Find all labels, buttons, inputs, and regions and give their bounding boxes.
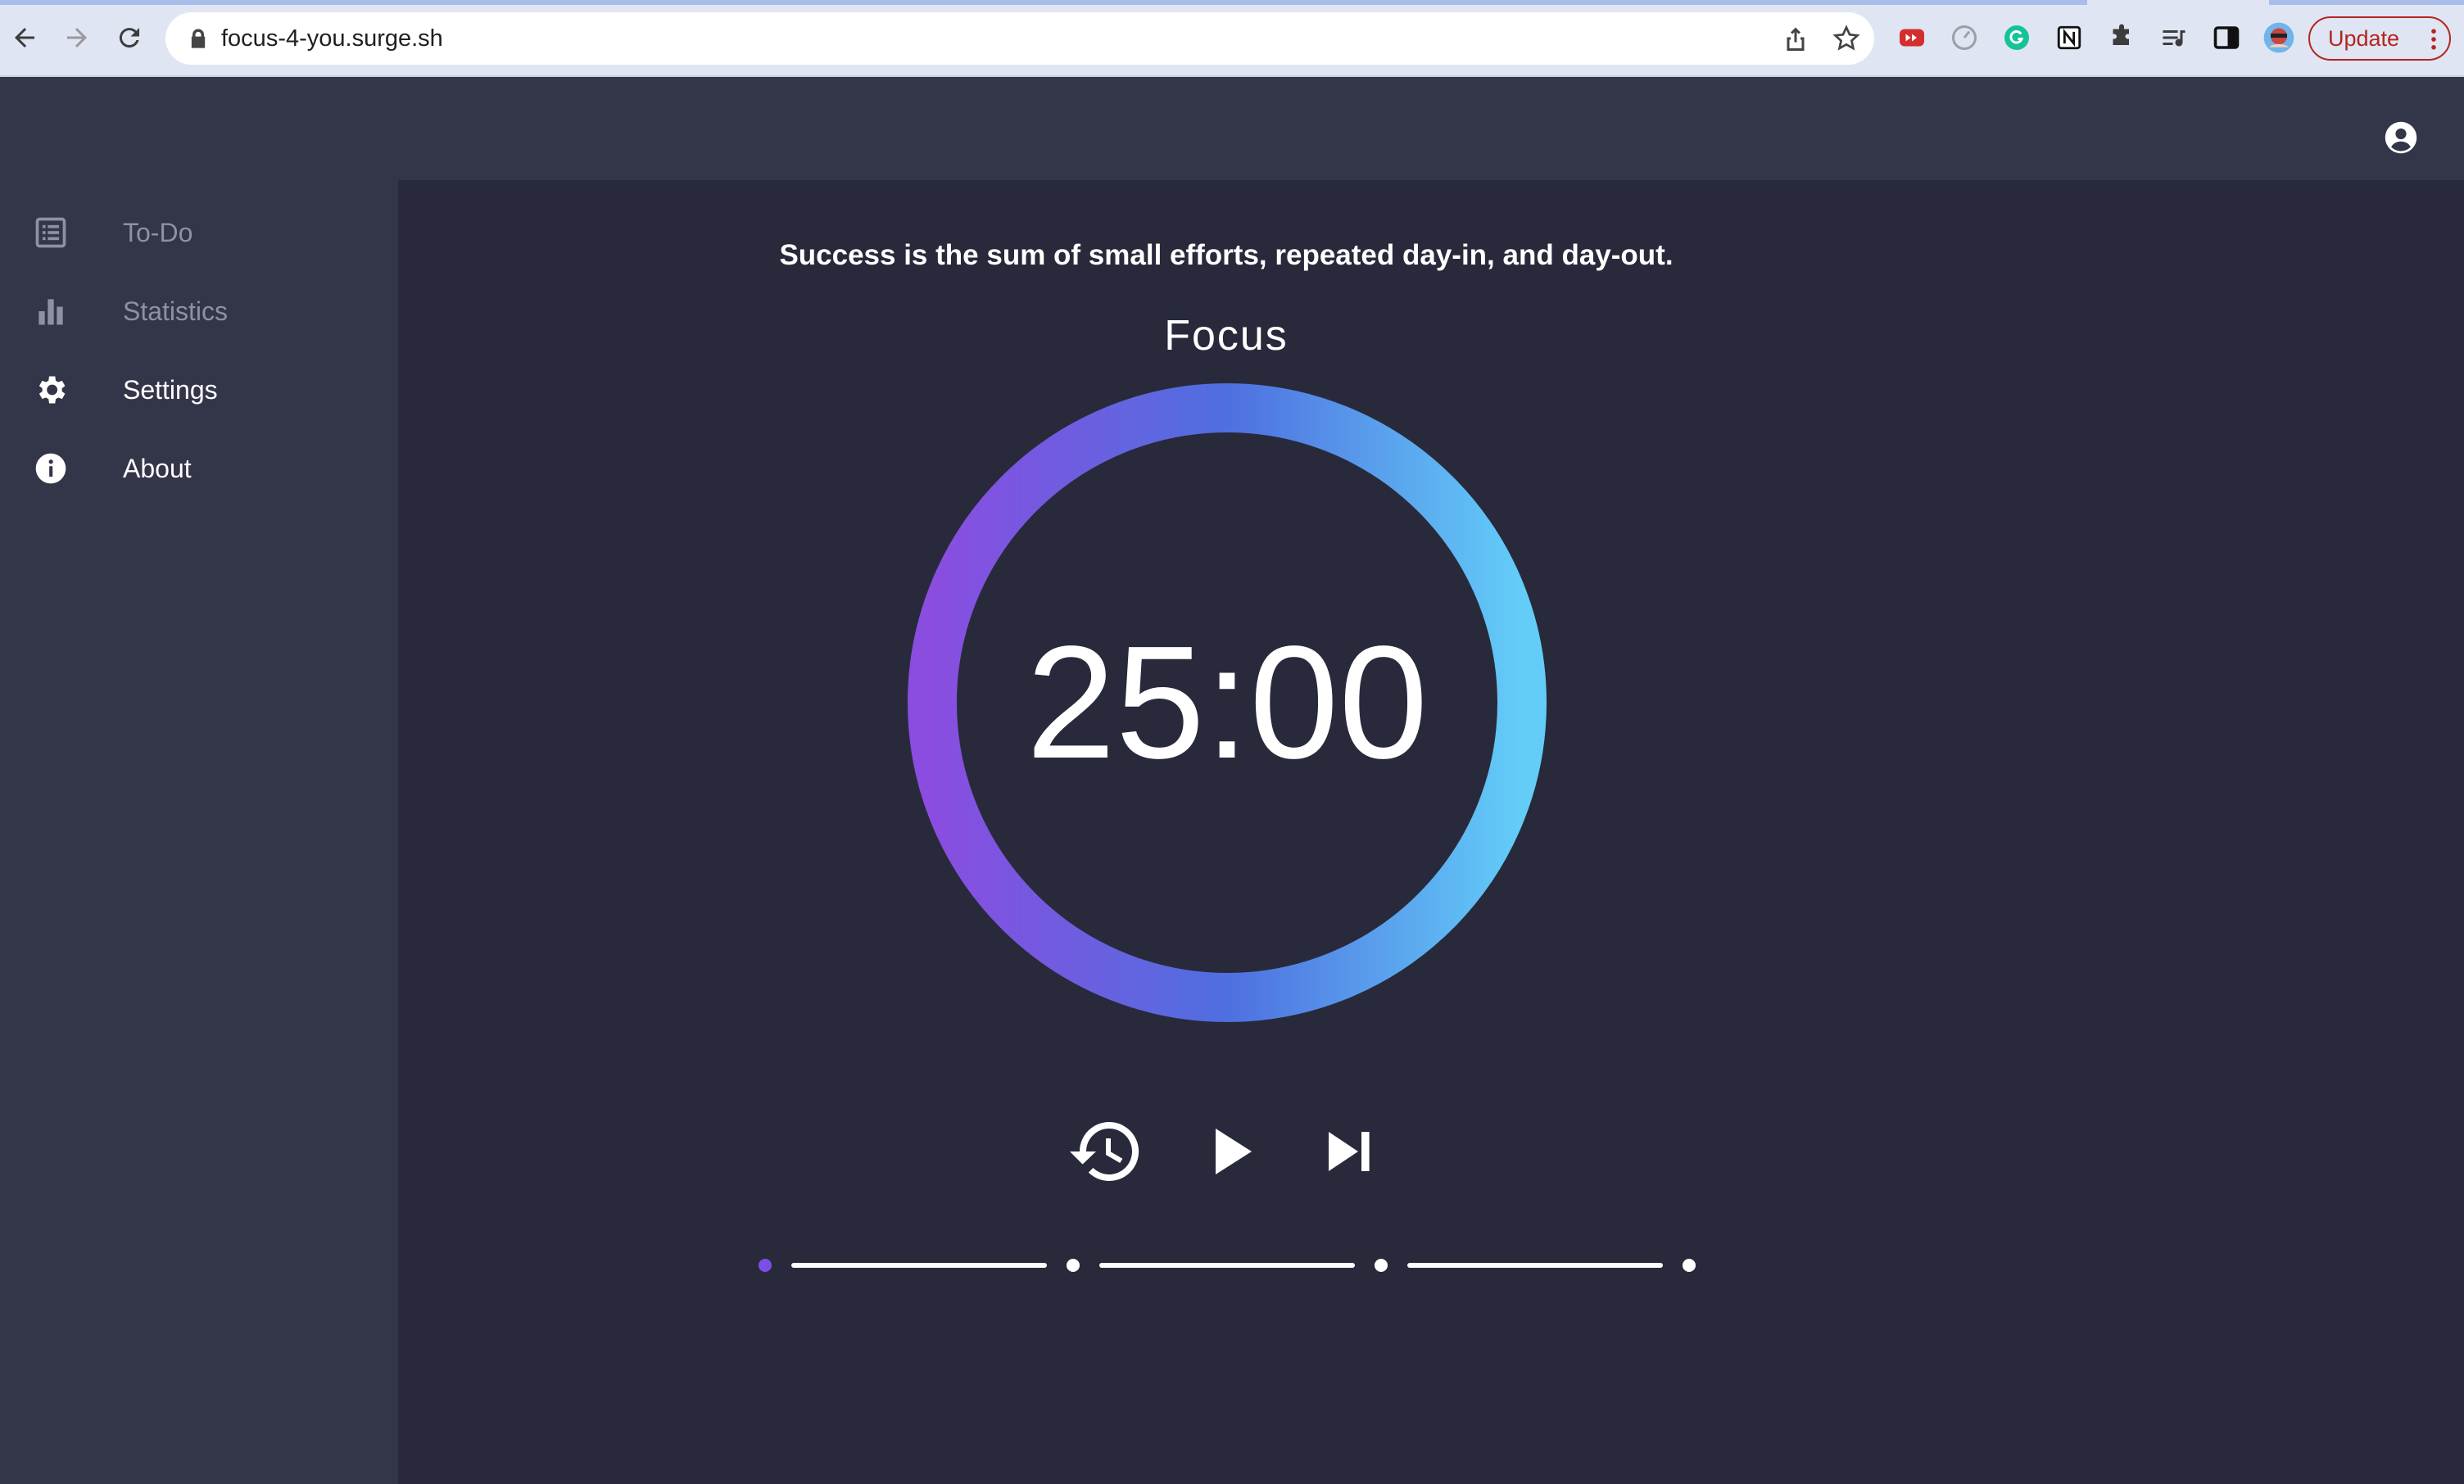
- session-dot: [1375, 1259, 1388, 1272]
- skip-next-icon[interactable]: [1309, 1112, 1388, 1191]
- notion-extension-icon[interactable]: [2053, 21, 2086, 54]
- timer-extension-icon[interactable]: [1948, 21, 1981, 54]
- side-panel-icon[interactable]: [2210, 21, 2243, 54]
- motivational-quote: Success is the sum of small efforts, rep…: [779, 239, 1674, 271]
- session-connector: [1407, 1263, 1663, 1268]
- tab-strip-edge: [0, 0, 2087, 5]
- url-text[interactable]: focus-4-you.surge.sh: [221, 24, 443, 53]
- timer-mode-title: Focus: [1164, 312, 1289, 360]
- session-connector: [1099, 1263, 1355, 1268]
- sidebar-item-label: Statistics: [123, 296, 229, 326]
- tab-strip-edge: [2269, 0, 2464, 5]
- sidebar-item-label: About: [123, 453, 192, 483]
- session-dot: [1067, 1259, 1080, 1272]
- sidebar-item-statistics[interactable]: Statistics: [0, 272, 398, 351]
- sidebar-item-about[interactable]: About: [0, 429, 398, 508]
- update-button[interactable]: Update: [2308, 16, 2451, 61]
- timer-display: 25:00: [1026, 613, 1429, 792]
- address-bar[interactable]: focus-4-you.surge.sh: [165, 12, 1874, 65]
- reload-icon[interactable]: [111, 20, 147, 56]
- puzzle-extensions-icon[interactable]: [2105, 21, 2138, 54]
- sidebar: To-Do Statistics Settings About: [0, 180, 398, 1484]
- session-progress: [759, 1259, 1696, 1272]
- reading-list-icon[interactable]: [2158, 21, 2190, 54]
- star-icon[interactable]: [1832, 24, 1861, 53]
- youtube-extension-icon[interactable]: [1896, 21, 1928, 54]
- sidebar-item-label: To-Do: [123, 217, 193, 247]
- sidebar-item-label: Settings: [123, 374, 218, 405]
- profile-avatar-icon[interactable]: [2262, 21, 2295, 54]
- more-vert-icon[interactable]: [2431, 28, 2436, 51]
- session-dot: [1683, 1259, 1696, 1272]
- session-connector: [791, 1263, 1047, 1268]
- lock-icon[interactable]: [187, 27, 210, 50]
- sidebar-item-todo[interactable]: To-Do: [0, 193, 398, 272]
- bar-chart-icon: [38, 299, 63, 325]
- app-header: [0, 77, 2464, 180]
- restart-history-icon[interactable]: [1067, 1112, 1145, 1191]
- forward-icon[interactable]: [59, 20, 95, 56]
- info-icon: [35, 453, 66, 484]
- sidebar-item-settings[interactable]: Settings: [0, 351, 398, 429]
- account-circle-icon[interactable]: [2383, 120, 2419, 156]
- play-icon[interactable]: [1189, 1112, 1268, 1191]
- session-dot: [759, 1259, 772, 1272]
- back-icon[interactable]: [7, 20, 43, 56]
- update-label: Update: [2328, 25, 2400, 51]
- browser-toolbar: focus-4-you.surge.sh Update: [0, 0, 2464, 77]
- share-icon[interactable]: [1781, 24, 1810, 53]
- gear-icon: [38, 376, 66, 404]
- grammarly-extension-icon[interactable]: [2000, 21, 2033, 54]
- list-icon: [35, 217, 66, 248]
